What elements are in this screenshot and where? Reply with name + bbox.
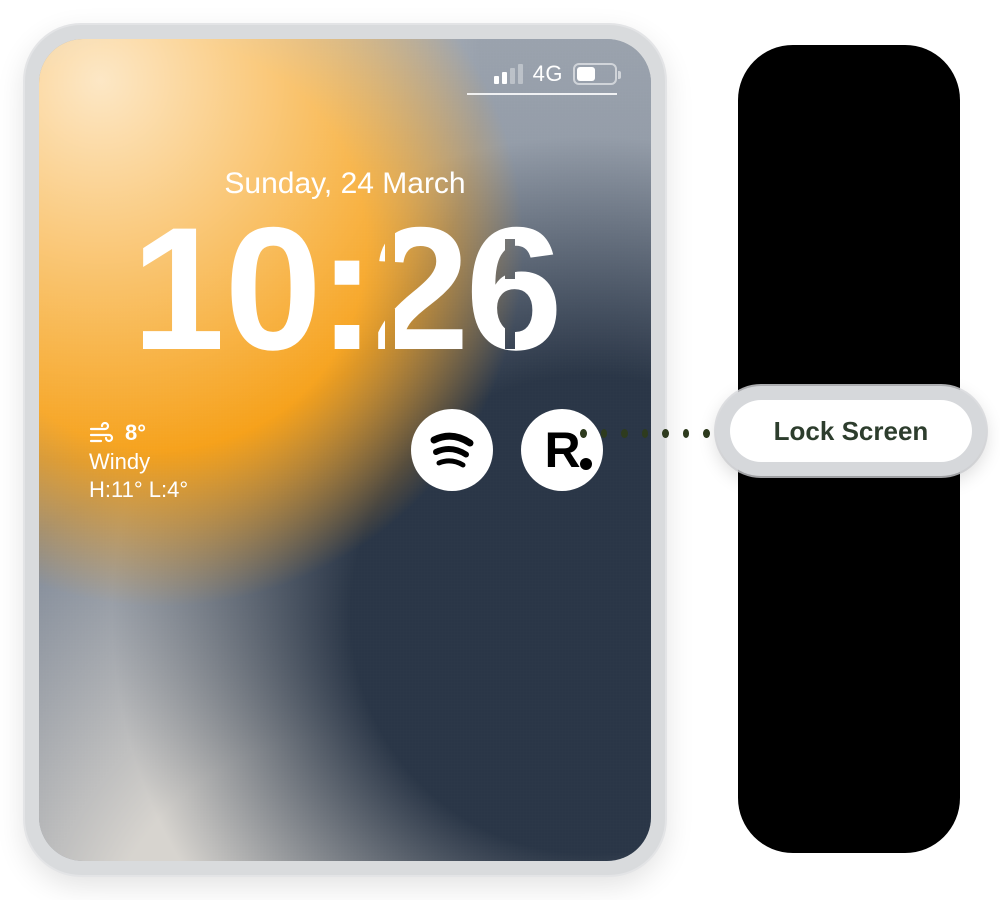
callout-connector <box>580 429 730 437</box>
callout-pill[interactable]: Lock Screen <box>716 386 986 476</box>
network-label: 4G <box>533 61 563 87</box>
phone-screen[interactable]: 4G Sunday, 24 March <box>39 39 651 861</box>
callout-label: Lock Screen <box>774 416 929 447</box>
signal-icon <box>494 64 523 84</box>
lock-clock: 10:26 <box>39 199 651 379</box>
wind-icon <box>89 422 115 444</box>
clock-time-text: 10:26 <box>131 199 559 379</box>
spotify-widget[interactable] <box>411 409 493 491</box>
phone-frame: 4G Sunday, 24 March <box>25 25 665 875</box>
weather-condition: Windy <box>89 448 188 477</box>
r-app-letter: R <box>544 422 579 478</box>
lock-date: Sunday, 24 March <box>39 167 651 201</box>
status-bar: 4G <box>494 59 617 89</box>
weather-high-low: H:11° L:4° <box>89 476 188 505</box>
battery-icon <box>573 63 617 85</box>
r-app-icon: R <box>544 425 579 475</box>
r-app-widget[interactable]: R <box>521 409 603 491</box>
spotify-icon <box>426 422 478 479</box>
status-underline <box>467 93 617 95</box>
weather-widget[interactable]: 8° Windy H:11° L:4° <box>89 419 188 505</box>
weather-temp: 8° <box>125 419 146 448</box>
